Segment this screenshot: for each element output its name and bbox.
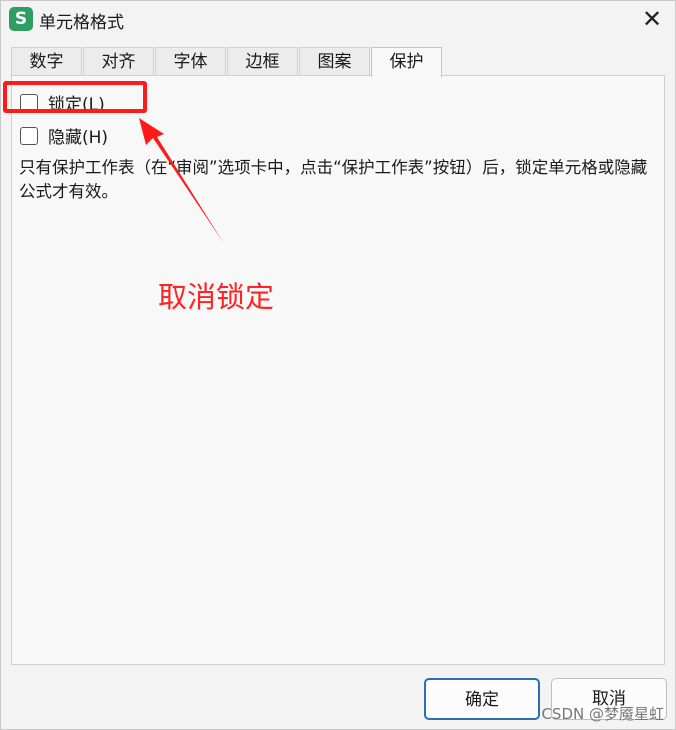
tab-alignment[interactable]: 对齐 — [83, 47, 154, 75]
tab-protection[interactable]: 保护 — [371, 47, 442, 77]
close-button[interactable]: ✕ — [635, 3, 669, 35]
hidden-checkbox[interactable] — [20, 126, 38, 145]
title-bar[interactable]: S 单元格格式 ✕ — [1, 1, 675, 39]
tab-strip: 数字 对齐 字体 边框 图案 保护 — [11, 47, 443, 77]
hidden-option[interactable]: 隐藏(H) — [20, 123, 108, 148]
hidden-label: 隐藏(H) — [48, 128, 109, 148]
tab-border[interactable]: 边框 — [227, 47, 298, 75]
ok-button[interactable]: 确定 — [424, 678, 540, 720]
tab-number[interactable]: 数字 — [11, 47, 82, 75]
tab-pattern[interactable]: 图案 — [299, 47, 370, 75]
dialog-title: 单元格格式 — [39, 13, 124, 33]
app-icon: S — [9, 7, 33, 31]
protection-description: 只有保护工作表（在“审阅”选项卡中，点击“保护工作表”按钮）后，锁定单元格或隐藏… — [19, 158, 648, 201]
annotation-highlight-box — [3, 81, 147, 113]
protection-panel: 锁定(L) 隐藏(H) 只有保护工作表（在“审阅”选项卡中，点击“保护工作表”按… — [11, 75, 665, 665]
tab-font[interactable]: 字体 — [155, 47, 226, 75]
annotation-text: 取消锁定 — [158, 280, 275, 314]
watermark: CSDN @梦魇星虹 — [541, 705, 664, 723]
